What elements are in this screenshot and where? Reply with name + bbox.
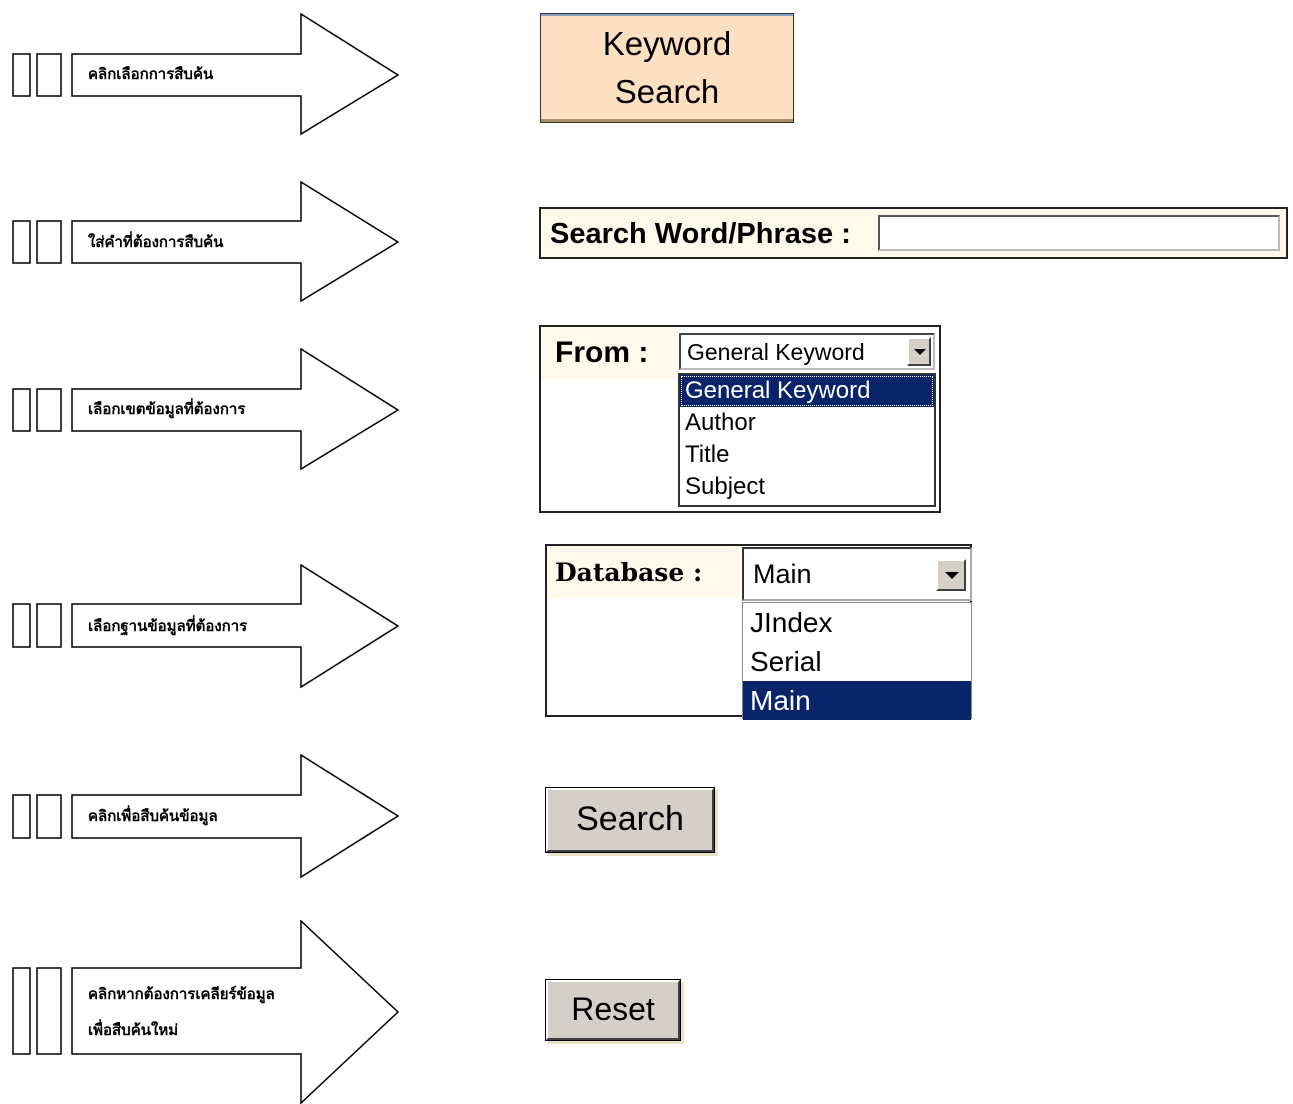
search-button[interactable]: Search: [546, 788, 714, 852]
from-select[interactable]: General Keyword: [679, 333, 935, 370]
step-5: คลิกเพื่อสืบค้นข้อมูล: [0, 754, 420, 879]
from-label: From :: [555, 336, 649, 369]
step-label: ใส่คำที่ต้องการสืบค้น: [88, 233, 224, 251]
from-option-subject[interactable]: Subject: [680, 471, 934, 503]
database-option-serial[interactable]: Serial: [743, 642, 971, 681]
step-2: ใส่คำที่ต้องการสืบค้น: [0, 181, 420, 303]
from-dropdown-list: General Keyword Author Title Subject: [678, 373, 936, 507]
database-option-main[interactable]: Main: [743, 681, 971, 720]
step-4: เลือกฐานข้อมูลที่ต้องการ: [0, 564, 420, 689]
arrow-shape: [12, 920, 400, 1104]
from-option-author[interactable]: Author: [680, 407, 934, 439]
step-label: คลิกเพื่อสืบค้นข้อมูล: [88, 807, 218, 825]
database-panel: Database : Main JIndex Serial Main: [545, 544, 972, 720]
step-label: คลิกเลือกการสืบค้น: [88, 65, 214, 83]
step-1: คลิกเลือกการสืบค้น: [0, 13, 420, 136]
database-dropdown-list: JIndex Serial Main: [742, 602, 972, 720]
from-option-general-keyword[interactable]: General Keyword: [680, 375, 934, 407]
database-label: Database :: [555, 558, 703, 587]
reset-button[interactable]: Reset: [546, 980, 680, 1040]
step-label-line1: คลิกหากต้องการเคลียร์ข้อมูล: [88, 985, 275, 1003]
database-option-jindex[interactable]: JIndex: [743, 603, 971, 642]
step-label-line2: เพื่อสืบค้นใหม่: [88, 1021, 179, 1039]
from-field-panel: From : General Keyword General Keyword A…: [539, 325, 941, 513]
search-word-row: Search Word/Phrase :: [539, 207, 1288, 259]
search-word-input[interactable]: [878, 215, 1280, 251]
from-label-cell: From :: [541, 327, 678, 379]
from-option-title[interactable]: Title: [680, 439, 934, 471]
step-label: เลือกฐานข้อมูลที่ต้องการ: [88, 617, 248, 635]
keyword-search-button[interactable]: Keyword Search: [540, 13, 794, 123]
chevron-down-icon[interactable]: [907, 337, 931, 366]
from-selected-value: General Keyword: [687, 339, 865, 365]
database-selected-value: Main: [753, 559, 812, 589]
database-label-cell: Database :: [547, 546, 740, 598]
step-3: เลือกเขตข้อมูลที่ต้องการ: [0, 348, 420, 471]
step-label: เลือกเขตข้อมูลที่ต้องการ: [88, 400, 246, 418]
database-select[interactable]: Main: [742, 547, 972, 601]
step-6: คลิกหากต้องการเคลียร์ข้อมูล เพื่อสืบค้นใ…: [0, 920, 420, 1104]
chevron-down-icon[interactable]: [936, 559, 966, 591]
search-word-label: Search Word/Phrase :: [550, 218, 851, 250]
